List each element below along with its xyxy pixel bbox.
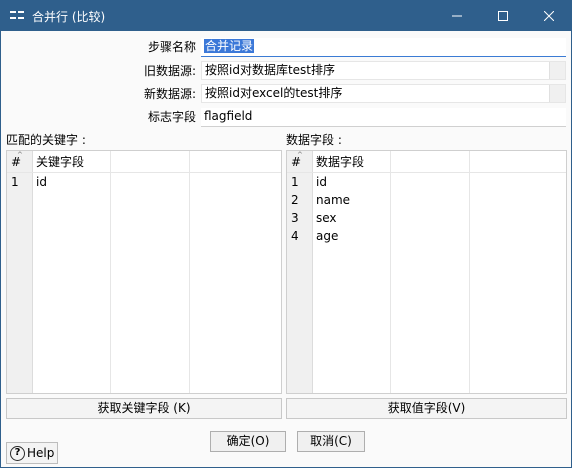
column-divider: [390, 151, 391, 393]
help-icon: ?: [10, 445, 25, 461]
column-divider: [469, 151, 470, 393]
table-row-value[interactable]: age: [316, 228, 338, 244]
new-source-value: 按照id对excel的test排序: [205, 86, 343, 100]
new-source-scrollbar[interactable]: [549, 85, 565, 102]
old-source-scrollbar[interactable]: [549, 62, 565, 79]
table-row-num[interactable]: 1: [11, 174, 19, 190]
key-fields-title: 匹配的关键字 :: [6, 133, 86, 147]
column-header-key-field[interactable]: 关键字段: [36, 154, 84, 170]
close-button[interactable]: [526, 0, 572, 31]
table-row-num[interactable]: 4: [291, 228, 299, 244]
table-row-num[interactable]: 1: [291, 174, 299, 190]
new-source-field[interactable]: 按照id对excel的test排序: [201, 84, 566, 103]
step-name-input[interactable]: 合并记录: [201, 38, 566, 57]
minimize-icon: [452, 15, 462, 16]
header-divider: [7, 172, 281, 173]
merge-rows-icon: [10, 9, 24, 21]
sort-indicator-icon: ^: [297, 151, 303, 159]
cancel-button[interactable]: 取消(C): [297, 431, 365, 452]
column-divider: [189, 151, 190, 393]
flag-field-value: flagfield: [204, 109, 253, 123]
table-row-num[interactable]: 3: [291, 210, 299, 226]
step-name-value: 合并记录: [204, 39, 255, 53]
step-name-label: 步骤名称: [147, 40, 196, 54]
maximize-icon: [498, 10, 508, 21]
table-row-value[interactable]: id: [36, 174, 47, 190]
maximize-button[interactable]: [480, 0, 526, 31]
column-header-data-field[interactable]: 数据字段: [316, 154, 364, 170]
window-title: 合并行 (比较): [32, 10, 106, 24]
old-source-field[interactable]: 按照id对数据库test排序: [201, 61, 566, 80]
data-fields-title: 数据字段 :: [286, 133, 342, 147]
help-button[interactable]: ? Help: [6, 442, 58, 464]
new-source-label: 新数据源:: [143, 87, 196, 101]
data-fields-table[interactable]: # ^ 数据字段 1 id 2 name 3 sex 4 age: [286, 150, 567, 394]
column-divider: [110, 151, 111, 393]
get-value-fields-button[interactable]: 获取值字段(V): [286, 398, 567, 419]
get-key-fields-button[interactable]: 获取关键字段 (K): [6, 398, 282, 419]
ok-button[interactable]: 确定(O): [210, 431, 286, 452]
title-bar[interactable]: 合并行 (比较): [0, 0, 572, 31]
old-source-value: 按照id对数据库test排序: [205, 63, 335, 77]
key-fields-table[interactable]: # ^ 关键字段 1 id: [6, 150, 282, 394]
header-divider: [287, 172, 566, 173]
old-source-label: 旧数据源:: [143, 64, 196, 78]
close-icon: [544, 10, 554, 21]
table-row-value[interactable]: sex: [316, 210, 337, 226]
table-row-value[interactable]: name: [316, 192, 350, 208]
flag-field-input[interactable]: flagfield: [201, 108, 566, 127]
table-row-num[interactable]: 2: [291, 192, 299, 208]
sort-indicator-icon: ^: [17, 151, 23, 159]
table-row-value[interactable]: id: [316, 174, 327, 190]
flag-field-label: 标志字段: [147, 110, 196, 124]
minimize-button[interactable]: [434, 0, 480, 31]
help-label: Help: [27, 446, 55, 460]
